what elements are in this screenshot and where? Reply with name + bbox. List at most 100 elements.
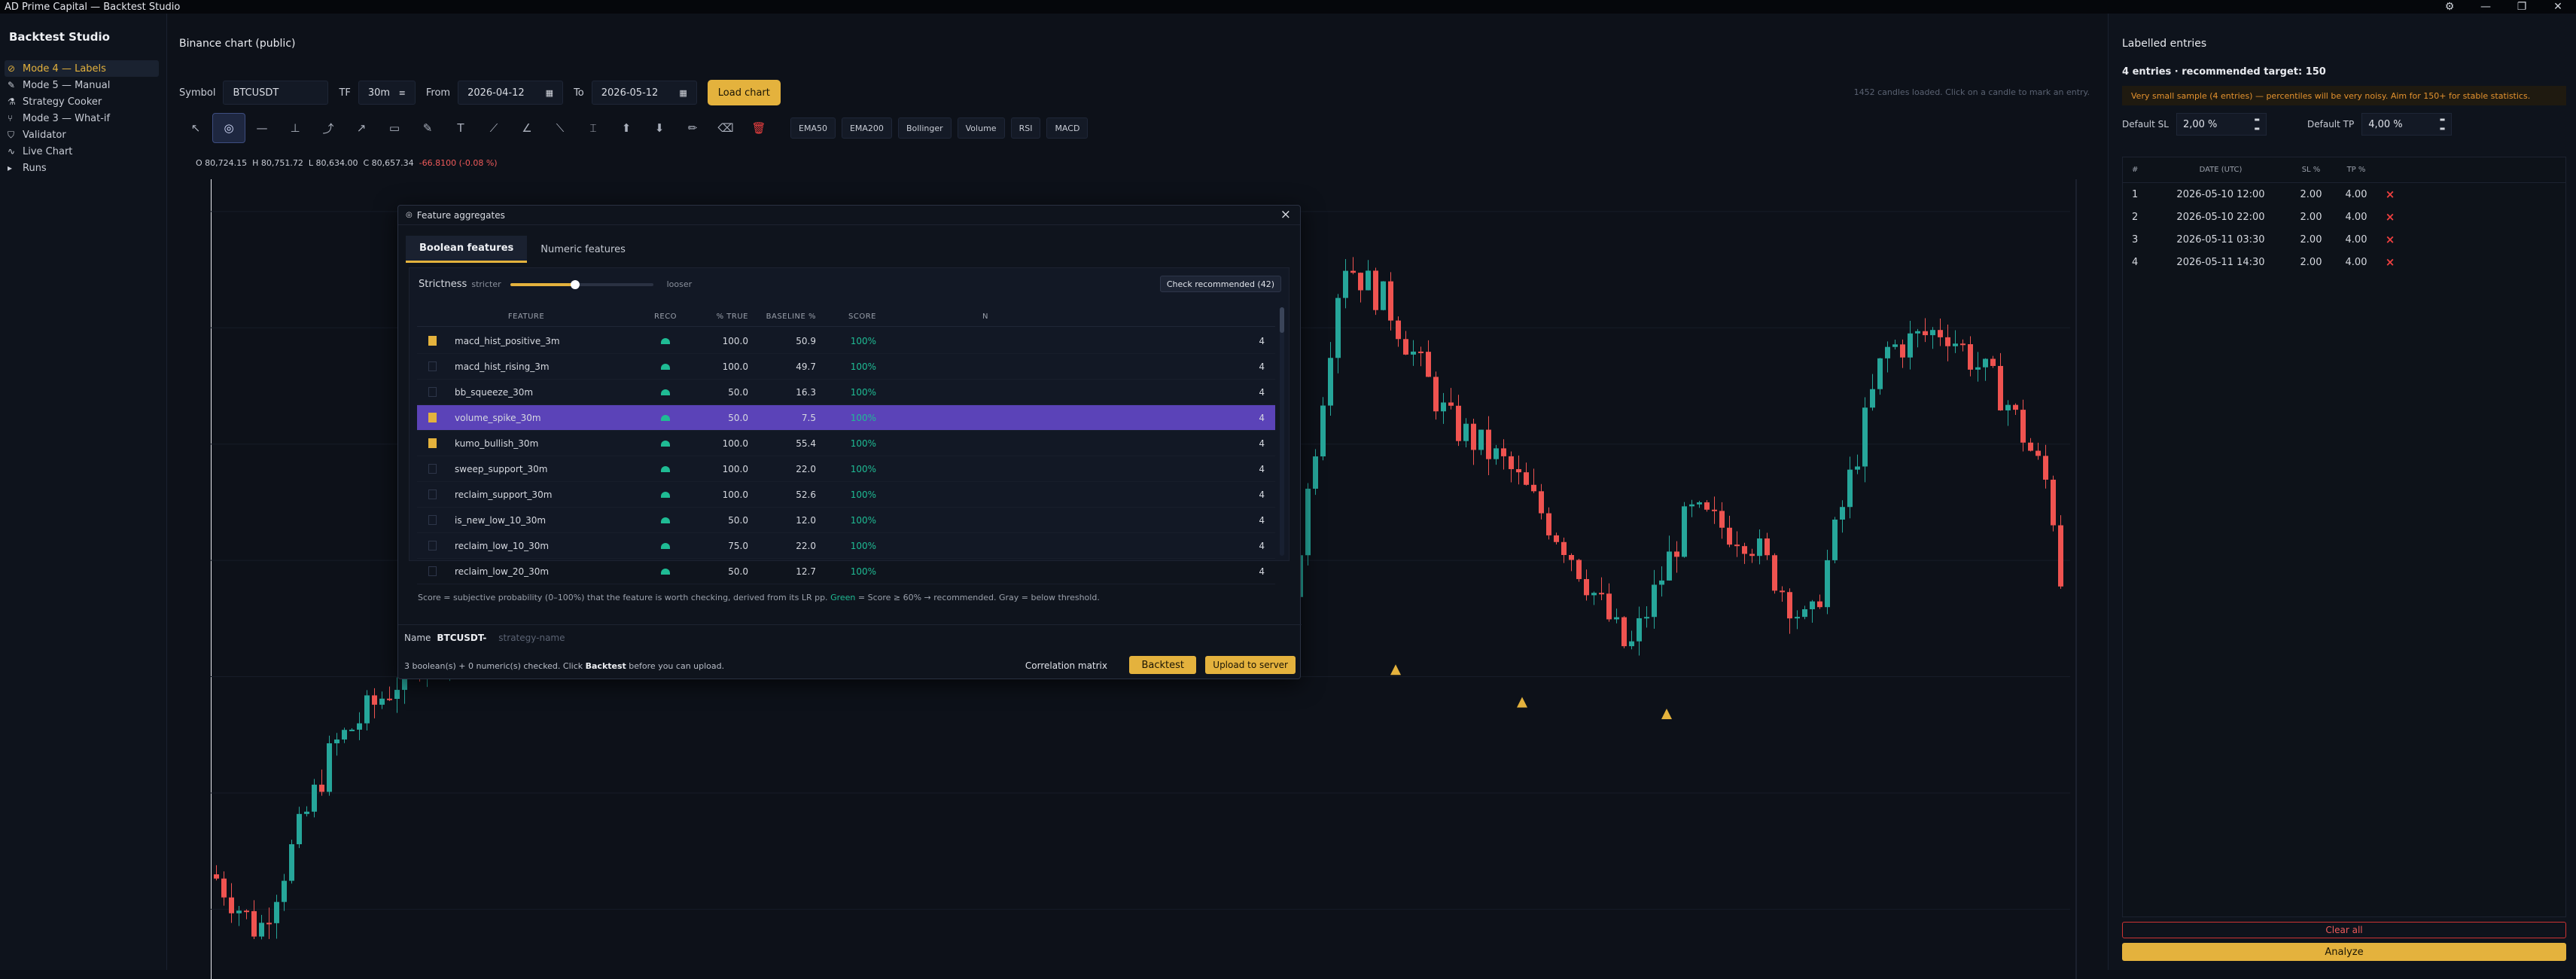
row-checkbox[interactable]	[417, 464, 447, 474]
row-checkbox[interactable]	[417, 336, 447, 346]
table-row[interactable]: macd_hist_rising_3m 100.0 49.7 100% 4	[417, 354, 1275, 380]
remove-entry-icon[interactable]: ×	[2379, 188, 2401, 201]
row-checkbox[interactable]	[417, 490, 447, 499]
candle-body	[327, 743, 332, 792]
sidebar-item-runs[interactable]: ▸ Runs	[5, 160, 159, 176]
long-position-icon[interactable]: ⬆	[610, 113, 643, 143]
mark-entry-tool-icon[interactable]: ◎	[212, 113, 245, 143]
table-row[interactable]: sweep_support_30m 100.0 22.0 100% 4	[417, 456, 1275, 482]
strictness-slider[interactable]	[510, 279, 653, 289]
correlation-matrix-button[interactable]: Correlation matrix	[1019, 657, 1113, 674]
feature-name: volume_spike_30m	[455, 412, 541, 423]
row-checkbox[interactable]	[417, 361, 447, 371]
pen-icon[interactable]: ✏	[676, 113, 709, 143]
eraser-icon[interactable]: ⌫	[709, 113, 742, 143]
horizontal-line-icon[interactable]: —	[245, 113, 279, 143]
table-row[interactable]: reclaim_low_20_30m 50.0 12.7 100% 4	[417, 559, 1275, 584]
symbol-input[interactable]: BTCUSDT	[223, 81, 329, 105]
remove-entry-icon[interactable]: ×	[2379, 233, 2401, 246]
candle-body	[1908, 333, 1913, 358]
sidebar-item-mode4-labels[interactable]: ⊘ Mode 4 — Labels	[5, 60, 159, 77]
table-row[interactable]: bb_squeeze_30m 50.0 16.3 100% 4	[417, 380, 1275, 405]
feature-name: reclaim_low_20_30m	[455, 566, 550, 577]
row-checkbox[interactable]	[417, 566, 447, 576]
brush-icon[interactable]: ✎	[411, 113, 444, 143]
fib-icon[interactable]: ⟍	[544, 113, 577, 143]
from-date-input[interactable]: 2026-04-12 ▦	[458, 81, 564, 105]
table-row[interactable]: volume_spike_30m 50.0 7.5 100% 4	[417, 405, 1275, 431]
slider-handle[interactable]	[570, 279, 580, 289]
stepper-icon[interactable]: ▬ ▬	[2440, 115, 2446, 133]
sidebar-item-live-chart[interactable]: ∿ Live Chart	[5, 143, 159, 160]
sidebar-item-mode3-whatif[interactable]: ⑂ Mode 3 — What-if	[5, 110, 159, 127]
candle-body	[1644, 617, 1649, 619]
upload-to-server-button[interactable]: Upload to server	[1205, 656, 1296, 674]
arrow-icon[interactable]: ↗	[345, 113, 378, 143]
measure-icon[interactable]: ⌶	[577, 113, 610, 143]
clear-all-button[interactable]: Clear all	[2122, 922, 2566, 938]
trash-icon[interactable]: 🗑	[742, 113, 775, 143]
default-sl-input[interactable]: 2,00 % ▬ ▬	[2176, 113, 2267, 136]
feature-name: bb_squeeze_30m	[455, 386, 534, 398]
reco-indicator-icon	[635, 491, 696, 498]
sidebar-item-mode5-manual[interactable]: ✎ Mode 5 — Manual	[5, 77, 159, 93]
score-value: 100%	[850, 489, 876, 500]
default-tp-input[interactable]: 4,00 % ▬ ▬	[2361, 113, 2453, 136]
path-icon[interactable]: ⟋	[477, 113, 510, 143]
table-row[interactable]: kumo_bullish_30m 100.0 55.4 100% 4	[417, 431, 1275, 456]
table-row[interactable]: reclaim_support_30m 100.0 52.6 100% 4	[417, 482, 1275, 508]
table-row: 3 2026-05-11 03:30 2.00 4.00 ×	[2123, 228, 2565, 251]
angle-icon[interactable]: ∠	[510, 113, 544, 143]
indicator-volume-button[interactable]: Volume	[957, 117, 1005, 139]
table-scrollbar[interactable]	[1280, 307, 1284, 556]
row-checkbox[interactable]	[417, 413, 447, 422]
entries-table: # DATE (UTC) SL % TP % 1 2026-05-10 12:00…	[2122, 157, 2566, 917]
table-row: 4 2026-05-11 14:30 2.00 4.00 ×	[2123, 251, 2565, 273]
indicator-bollinger-button[interactable]: Bollinger	[897, 117, 952, 139]
close-icon[interactable]: ×	[1280, 207, 1291, 222]
entry-marker	[1390, 664, 1401, 676]
indicator-macd-button[interactable]: MACD	[1046, 117, 1089, 139]
row-checkbox[interactable]	[417, 541, 447, 550]
indicator-ema50-button[interactable]: EMA50	[790, 117, 836, 139]
minimize-button[interactable]: —	[2468, 0, 2504, 14]
trend-line-icon[interactable]: ⤴	[312, 113, 345, 143]
candle-body	[1516, 468, 1521, 473]
table-row[interactable]: is_new_low_10_30m 50.0 12.0 100% 4	[417, 508, 1275, 533]
settings-icon[interactable]: ⚙	[2431, 0, 2468, 14]
load-chart-button[interactable]: Load chart	[707, 80, 781, 105]
text-icon[interactable]: T	[444, 113, 477, 143]
remove-entry-icon[interactable]: ×	[2379, 210, 2401, 224]
stepper-icon[interactable]: ▬ ▬	[2254, 115, 2260, 133]
tab-boolean-features[interactable]: Boolean features	[406, 236, 528, 263]
candle-body	[1599, 593, 1604, 595]
row-checkbox[interactable]	[417, 438, 447, 448]
tag-icon: ⊘	[8, 63, 16, 74]
row-checkbox[interactable]	[417, 387, 447, 397]
row-checkbox[interactable]	[417, 515, 447, 525]
remove-entry-icon[interactable]: ×	[2379, 255, 2401, 269]
table-row[interactable]: macd_hist_positive_3m 100.0 50.9 100% 4	[417, 328, 1275, 354]
candle-body	[1313, 456, 1318, 489]
tab-numeric-features[interactable]: Numeric features	[527, 236, 639, 263]
close-window-button[interactable]: ✕	[2540, 0, 2576, 14]
sidebar-item-validator[interactable]: ⛉ Validator	[5, 127, 159, 143]
strategy-name-input[interactable]: strategy-name	[498, 633, 565, 643]
maximize-button[interactable]: ❐	[2504, 0, 2540, 14]
timeframe-select[interactable]: 30m ≡	[358, 81, 416, 105]
cursor-tool-icon[interactable]: ↖	[179, 113, 212, 143]
check-recommended-button[interactable]: Check recommended (42)	[1159, 276, 1281, 292]
short-position-icon[interactable]: ⬇	[643, 113, 676, 143]
score-note: Score = subjective probability (0–100%) …	[418, 593, 1100, 602]
table-row[interactable]: reclaim_low_10_30m 75.0 22.0 100% 4	[417, 533, 1275, 559]
rectangle-icon[interactable]: ▭	[378, 113, 411, 143]
backtest-button[interactable]: Backtest	[1129, 656, 1196, 674]
indicator-rsi-button[interactable]: RSI	[1010, 117, 1041, 139]
indicator-ema200-button[interactable]: EMA200	[841, 117, 892, 139]
analyze-button[interactable]: Analyze	[2122, 943, 2566, 961]
candle-body	[1674, 551, 1679, 557]
vertical-line-icon[interactable]: ⊥	[279, 113, 312, 143]
sidebar-item-strategy-cooker[interactable]: ⚗ Strategy Cooker	[5, 93, 159, 110]
to-date-input[interactable]: 2026-05-12 ▦	[591, 81, 697, 105]
candle-body	[1501, 448, 1506, 456]
